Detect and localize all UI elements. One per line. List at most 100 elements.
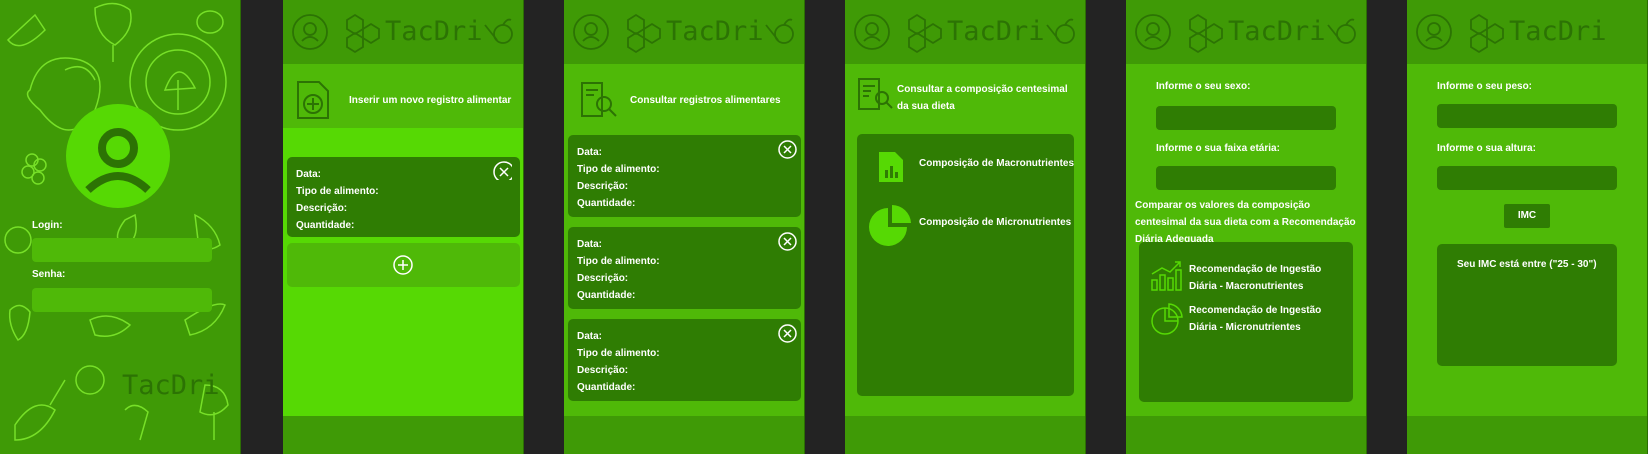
close-icon[interactable]	[778, 324, 797, 343]
insert-screen: TacDri Inserir um novo registro alimenta…	[283, 0, 524, 454]
record-date: Data:	[296, 169, 322, 180]
login-screen: Login: Senha: TacDri	[0, 0, 241, 454]
micro-recommendation-link[interactable]: Recomendação de Ingestão Diária - Micron…	[1189, 302, 1349, 336]
imc-result-text: Seu IMC está entre ("25 - 30")	[1457, 259, 1597, 270]
molecule-icon	[1189, 13, 1223, 54]
record-description: Descrição:	[577, 181, 629, 192]
app-header: TacDri	[564, 0, 804, 64]
compare-text: Comparar os valores da composição centes…	[1135, 200, 1356, 245]
record-quantity: Quantidade:	[577, 290, 636, 301]
age-label: Informe o sua faixa etária:	[1156, 143, 1280, 154]
app-header: TacDri	[1126, 0, 1366, 64]
record-food-type: Tipo de alimento:	[296, 186, 379, 197]
insert-title: Inserir um novo registro alimentar	[349, 95, 512, 106]
login-brand-logo: TacDri	[122, 370, 220, 401]
record-description: Descrição:	[577, 365, 629, 376]
recommendation-panel: Recomendação de Ingestão Diária - Macron…	[1139, 242, 1353, 402]
record-date: Data:	[577, 147, 603, 158]
record-quantity: Quantidade:	[577, 382, 636, 393]
profile-icon[interactable]	[854, 14, 890, 50]
bar-chart-icon	[1151, 261, 1182, 291]
molecule-icon	[908, 13, 942, 54]
password-input[interactable]	[32, 288, 212, 312]
add-record-button[interactable]	[287, 243, 520, 287]
app-footer	[283, 416, 523, 454]
molecule-icon	[346, 13, 380, 54]
consult-body: Consultar registros alimentares Data: Ti…	[564, 64, 804, 416]
user-icon	[85, 128, 151, 194]
imc-button[interactable]: IMC	[1504, 204, 1550, 228]
avatar	[66, 104, 170, 208]
sex-label: Informe o seu sexo:	[1156, 81, 1251, 92]
login-input[interactable]	[32, 238, 212, 262]
height-label: Informe o sua altura:	[1437, 143, 1536, 154]
document-plus-icon[interactable]	[295, 80, 331, 120]
record-description: Descrição:	[577, 273, 629, 284]
pie-chart-icon	[869, 204, 911, 246]
macro-composition-link[interactable]: Composição de Macronutrientes	[919, 158, 1074, 169]
food-record-card[interactable]: Data: Tipo de alimento: Descrição: Quant…	[568, 135, 801, 217]
brand-title: TacDri	[385, 16, 483, 47]
brand-title: TacDri	[947, 16, 1045, 47]
insert-body: Inserir um novo registro alimentar Data:…	[283, 64, 523, 416]
composition-panel: Composição de Macronutrientes Composição…	[857, 134, 1074, 396]
record-food-type: Tipo de alimento:	[577, 348, 660, 359]
consult-screen: TacDri Consultar registros alimentares D…	[564, 0, 805, 454]
record-quantity: Quantidade:	[577, 198, 636, 209]
brand-title: TacDri	[1509, 16, 1607, 47]
brand-title: TacDri	[666, 16, 764, 47]
pie-chart-icon	[1151, 303, 1183, 335]
macro-recommendation-link[interactable]: Recomendação de Ingestão Diária - Macron…	[1189, 261, 1349, 295]
imc-result-panel: Seu IMC está entre ("25 - 30")	[1437, 244, 1617, 366]
close-icon[interactable]	[778, 232, 797, 251]
app-footer	[564, 416, 804, 454]
record-quantity: Quantidade:	[296, 220, 355, 231]
app-header: TacDri	[845, 0, 1085, 64]
password-label: Senha:	[32, 269, 66, 280]
record-description: Descrição:	[296, 203, 348, 214]
molecule-icon	[1470, 13, 1504, 54]
record-food-type: Tipo de alimento:	[577, 164, 660, 175]
imc-screen: TacDri Informe o seu peso: Informe o sua…	[1407, 0, 1648, 454]
food-record-card[interactable]: Data: Tipo de alimento: Descrição: Quant…	[568, 227, 801, 309]
content-area: Data: Tipo de alimento: Descrição: Quant…	[283, 128, 523, 416]
micro-composition-link[interactable]: Composição de Micronutrientes	[919, 217, 1071, 228]
close-icon[interactable]	[778, 140, 797, 159]
profile-icon[interactable]	[292, 14, 328, 50]
profile-icon[interactable]	[573, 14, 609, 50]
composition-title: Consultar a composição centesimal da sua…	[897, 84, 1068, 112]
food-record-card: Data: Tipo de alimento: Descrição: Quant…	[287, 157, 520, 237]
fruit-icon	[1327, 18, 1356, 44]
composition-body: Consultar a composição centesimal da sua…	[845, 64, 1085, 416]
height-input[interactable]	[1437, 166, 1617, 190]
record-food-type: Tipo de alimento:	[577, 256, 660, 267]
fruit-icon	[1046, 18, 1075, 44]
fruit-icon	[484, 18, 513, 44]
food-record-card[interactable]: Data: Tipo de alimento: Descrição: Quant…	[568, 319, 801, 401]
app-footer	[1126, 416, 1366, 454]
molecule-icon	[627, 13, 661, 54]
recommendation-screen: TacDri Informe o seu sexo: Informe o sua…	[1126, 0, 1367, 454]
profile-icon[interactable]	[1416, 14, 1452, 50]
record-date: Data:	[577, 331, 603, 342]
age-input[interactable]	[1156, 166, 1336, 190]
app-footer	[1407, 416, 1647, 454]
profile-icon[interactable]	[1135, 14, 1171, 50]
imc-body: Informe o seu peso: Informe o sua altura…	[1407, 64, 1647, 416]
login-label: Login:	[32, 220, 63, 231]
weight-input[interactable]	[1437, 104, 1617, 128]
brand-title: TacDri	[1228, 16, 1326, 47]
record-date: Data:	[577, 239, 603, 250]
app-footer	[845, 416, 1085, 454]
sex-input[interactable]	[1156, 106, 1336, 130]
chart-document-icon	[879, 152, 903, 182]
app-header: TacDri	[1407, 0, 1647, 64]
fruit-icon	[765, 18, 794, 44]
consult-title: Consultar registros alimentares	[630, 95, 781, 106]
app-header: TacDri	[283, 0, 523, 64]
close-icon[interactable]	[493, 161, 512, 180]
search-document-icon[interactable]	[855, 76, 895, 112]
search-document-icon[interactable]	[578, 80, 618, 120]
composition-screen: TacDri Consultar a composição centesimal…	[845, 0, 1086, 454]
plus-icon	[393, 255, 413, 275]
